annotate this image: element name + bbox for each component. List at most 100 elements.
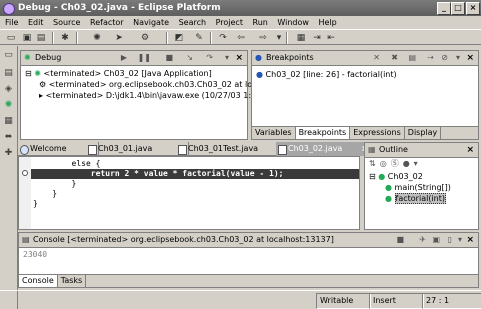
forward-icon[interactable]: ⇨ [258,33,268,43]
tree-item[interactable]: ● main(String[]) [369,182,451,193]
terminate-icon[interactable]: ■ [165,52,173,64]
tree-item[interactable]: ⊟ ✺ <terminated> Ch03_02 [Java Applicati… [25,68,278,79]
clear-console-icon[interactable]: ▯ [448,234,452,246]
go-to-file-icon[interactable]: ⇢ [427,52,434,64]
breakpoint-icon: ● [256,70,263,79]
suspend-icon[interactable]: ❚❚ [138,52,151,64]
window-title: Debug - Ch03_02.java - Eclipse Platform [18,3,221,13]
tab-ch03-02[interactable]: Ch03_02.java× [276,142,373,156]
back-icon[interactable]: ⇦ [236,33,246,43]
close-icon[interactable]: × [466,143,474,157]
new-icon[interactable]: ▭ [6,33,16,43]
close-icon[interactable]: × [466,233,474,247]
print-icon[interactable]: ▤ [36,33,46,43]
java-perspective-icon[interactable]: ◈ [3,84,14,95]
view-menu-icon[interactable]: ▾ [414,159,422,168]
step-into-icon[interactable]: ↘ [186,52,193,64]
menu-navigate[interactable]: Navigate [133,18,169,27]
tree-item[interactable]: ⊟ ● Ch03_02 [369,171,451,182]
remove-all-icon[interactable]: ✖ [391,52,398,64]
console-run-icon[interactable]: ✈ [419,234,426,246]
code-editor[interactable]: else { return 2 * value * factorial(valu… [18,156,360,230]
debug-view-header: ✺ Debug ▶ ❚❚ ■ ↘ ↷ ▾ × [21,51,247,66]
java-file-icon [88,145,97,155]
menu-refactor[interactable]: Refactor [90,18,124,27]
hide-static-icon[interactable]: Ⓢ [391,159,403,168]
tab-variables[interactable]: Variables [252,127,296,139]
menu-edit[interactable]: Edit [28,18,44,27]
menu-file[interactable]: File [5,18,18,27]
code-line: } [33,199,38,208]
close-icon[interactable]: × [235,51,243,65]
run-icon[interactable]: ➤ [114,33,124,43]
close-window-icon[interactable]: × [466,2,480,15]
menu-project[interactable]: Project [216,18,243,27]
skip-breakpoints-icon[interactable]: ⊘ [441,52,448,64]
console-view-header: ▤ Console [<terminated> org.eclipsebook.… [19,233,478,248]
console-view-title: Console [<terminated> org.eclipsebook.ch… [33,235,334,244]
search-icon[interactable]: ✱ [60,33,70,43]
hide-fields-icon[interactable]: ◎ [380,159,391,168]
java-file-icon [178,145,187,155]
launch-icon: ✺ [34,69,41,78]
team-perspective-icon[interactable]: ⬌ [3,132,14,143]
tab-display[interactable]: Display [405,127,442,139]
sort-icon[interactable]: ⇅ [369,159,380,168]
view-menu-icon[interactable]: ▾ [456,52,460,64]
menu-help[interactable]: Help [319,18,337,27]
tab-expressions[interactable]: Expressions [350,127,405,139]
save-icon[interactable]: ▣ [22,33,32,43]
hide-nonpublic-icon[interactable]: ● [403,159,414,168]
close-icon[interactable]: × [466,51,474,65]
tab-breakpoints[interactable]: Breakpoints [295,127,351,139]
menu-run[interactable]: Run [253,18,268,27]
menu-search[interactable]: Search [179,18,206,27]
menu-window[interactable]: Window [277,18,309,27]
step-icon[interactable]: ⇥ [312,33,322,43]
tree-item[interactable]: ▸ <terminated> D:\jdk1.4\bin\javaw.exe (… [25,90,278,101]
tab-console[interactable]: Console [19,275,58,287]
resume-icon[interactable]: ▶ [121,52,127,64]
public-method-icon: ● [385,183,392,192]
perspective-icon[interactable]: ▦ [296,33,306,43]
pin-console-icon[interactable]: ▣ [432,234,440,246]
step-over-icon[interactable]: ↷ [206,52,213,64]
next-annotation-icon[interactable]: ↷ [218,33,228,43]
show-qualified-icon[interactable]: ▤ [408,52,416,64]
view-menu-icon[interactable]: ▾ [225,52,229,64]
menu-source[interactable]: Source [53,18,80,27]
debug-perspective-icon[interactable]: ✺ [3,100,14,111]
step-return-icon[interactable]: ⇤ [326,33,336,43]
open-perspective-icon[interactable]: ▭ [3,50,14,61]
tree-item[interactable]: ● factorial(int) [369,193,451,204]
outline-icon: ▦ [368,145,376,154]
dropdown-icon[interactable]: ▾ [274,33,284,43]
java-browsing-icon[interactable]: ▦ [3,116,14,127]
minimize-icon[interactable]: _ [437,2,451,15]
tab-ch03-01[interactable]: Ch03_01.java [86,142,189,156]
breakpoint-list: ● Ch03_02 [line: 26] - factorial(int) [256,69,397,80]
outline-tree: ⊟ ● Ch03_02 ● main(String[]) ● factorial… [369,171,451,204]
maximize-icon[interactable]: □ [451,2,465,15]
plugin-perspective-icon[interactable]: ✚ [3,148,14,159]
tree-item[interactable]: ⚙ <terminated> org.eclipsebook.ch03.Ch03… [25,79,278,90]
view-menu-icon[interactable]: ▾ [458,234,462,246]
toolbar-separator [286,32,288,44]
public-method-icon: ● [385,194,392,203]
external-tools-icon[interactable]: ⚙ [140,33,150,43]
remove-breakpoint-icon[interactable]: ✕ [373,52,380,64]
eclipse-app-icon [3,3,15,15]
tab-ch03-01test[interactable]: Ch03_01Test.java [176,142,289,156]
list-item[interactable]: ● Ch03_02 [line: 26] - factorial(int) [256,69,397,80]
breakpoint-marker-icon[interactable] [22,170,28,176]
open-resource-icon[interactable]: ✎ [194,33,204,43]
debug-view-title: Debug [35,53,62,62]
console-icon: ▤ [22,235,30,244]
tab-tasks[interactable]: Tasks [58,275,87,287]
open-type-icon[interactable]: ◩ [174,33,184,43]
terminate-icon[interactable]: ■ [396,234,404,246]
resource-perspective-icon[interactable]: ▤ [3,68,14,79]
status-writable: Writable [316,293,371,309]
debug-icon[interactable]: ✺ [92,33,102,43]
code-line: else { [33,159,101,168]
